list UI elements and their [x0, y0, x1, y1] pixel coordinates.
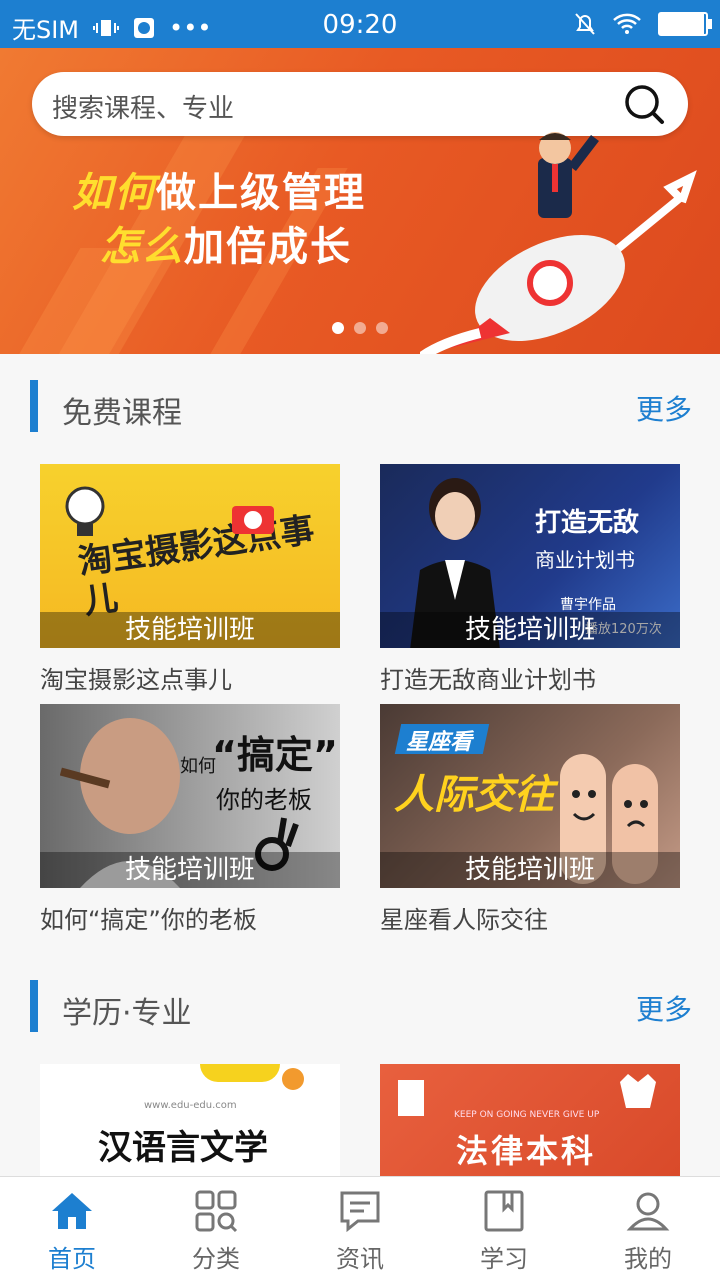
course-title[interactable]: 打造无敌商业计划书: [380, 660, 680, 695]
nav-news[interactable]: 资讯: [288, 1177, 432, 1281]
thumbnail-decor-document: [398, 1080, 424, 1116]
thumbnail-art-line-3: 曹宇作品: [560, 597, 616, 613]
thumbnail-art-text: 淘宝摄影这点事儿: [75, 509, 317, 623]
course-tag: 技能培训班: [380, 852, 680, 888]
course-thumbnail[interactable]: 打造无敌 商业计划书 曹宇作品 播放120万次 技能培训班: [380, 464, 680, 648]
section-accent-bar: [30, 980, 38, 1032]
thumbnail-art-line-1: 星座看: [406, 730, 473, 755]
thumbnail-art-small: KEEP ON GOING NEVER GIVE UP: [454, 1110, 600, 1120]
thumbnail-art-line-3: 你的老板: [216, 786, 312, 814]
course-title[interactable]: 淘宝摄影这点事儿: [40, 660, 340, 695]
course-thumbnail[interactable]: 星座看 人际交往 技能培训班: [380, 704, 680, 888]
mute-icon: [575, 13, 595, 35]
banner-pagination: [332, 322, 388, 334]
course-card[interactable]: 如何 “搞定” 你的老板 技能培训班 如何“搞定”你的老板: [40, 704, 340, 935]
course-tag: 技能培训班: [40, 612, 340, 648]
battery-icon: [658, 12, 712, 36]
thumbnail-art-text: 法律本科: [456, 1132, 597, 1170]
free-courses-header: 免费课程 更多: [0, 380, 720, 432]
lightbulb-icon: [65, 486, 105, 536]
status-bar: 无SIM ••• 09:20: [0, 0, 720, 48]
rocket-illustration: [420, 132, 697, 354]
degree-thumbnail[interactable]: KEEP ON GOING NEVER GIVE UP 法律本科: [380, 1064, 680, 1176]
course-card[interactable]: 星座看 人际交往 技能培训班 星座看人际交往: [380, 704, 680, 935]
degree-header: 学历·专业 更多: [0, 980, 720, 1032]
study-icon: [484, 1190, 524, 1232]
thumbnail-art-text: 汉语言文学: [98, 1128, 268, 1168]
course-thumbnail[interactable]: 淘宝摄影这点事儿 技能培训班: [40, 464, 340, 648]
nav-label: 首页: [48, 1245, 96, 1273]
nav-study[interactable]: 学习: [432, 1177, 576, 1281]
news-icon: [340, 1191, 380, 1233]
course-title[interactable]: 如何“搞定”你的老板: [40, 900, 340, 935]
thumbnail-art-line-2: “搞定”: [212, 733, 338, 777]
nav-category[interactable]: 分类: [144, 1177, 288, 1281]
degree-thumbnail[interactable]: www.edu-edu.com 汉语言文学: [40, 1064, 340, 1176]
pagination-dot[interactable]: [376, 322, 388, 334]
thumbnail-art-line-1: 打造无敌: [535, 508, 640, 538]
home-icon: [52, 1193, 92, 1229]
course-thumbnail[interactable]: 如何 “搞定” 你的老板 技能培训班: [40, 704, 340, 888]
profile-icon: [626, 1192, 670, 1231]
free-courses-more-link[interactable]: 更多: [636, 388, 692, 428]
degree-card[interactable]: www.edu-edu.com 汉语言文学: [40, 1064, 340, 1176]
banner-headline-2: 怎么加倍成长: [100, 224, 352, 270]
degree-card[interactable]: KEEP ON GOING NEVER GIVE UP 法律本科: [380, 1064, 680, 1176]
thumbnail-art-small: www.edu-edu.com: [144, 1100, 237, 1111]
suit-icon: [620, 1074, 656, 1108]
section-accent-bar: [30, 380, 38, 432]
nav-profile[interactable]: 我的: [576, 1177, 720, 1281]
wifi-icon: [613, 13, 641, 34]
camera-icon: [232, 506, 274, 534]
nav-label: 分类: [192, 1245, 240, 1273]
nav-home[interactable]: 首页: [0, 1177, 144, 1281]
pagination-dot[interactable]: [332, 322, 344, 334]
category-icon: [195, 1190, 238, 1233]
nav-label: 资讯: [336, 1245, 384, 1273]
bottom-navigation: 首页 分类 资讯 学习 我的: [0, 1176, 720, 1281]
banner-headline-1: 如何做上级管理: [72, 170, 366, 216]
course-card[interactable]: 淘宝摄影这点事儿 技能培训班 淘宝摄影这点事儿: [40, 464, 340, 695]
search-placeholder: 搜索课程、专业: [52, 94, 235, 124]
thumbnail-decor-bar: [200, 1064, 280, 1082]
course-tag: 技能培训班: [380, 612, 680, 648]
nav-label: 学习: [480, 1245, 528, 1273]
thumbnail-art-line-1: 如何: [180, 756, 216, 777]
thumbnail-art-line-2: 商业计划书: [535, 548, 635, 572]
thumbnail-decor-dot: [282, 1068, 304, 1090]
pagination-dot[interactable]: [354, 322, 366, 334]
course-card[interactable]: 打造无敌 商业计划书 曹宇作品 播放120万次 技能培训班 打造无敌商业计划书: [380, 464, 680, 695]
nav-label: 我的: [624, 1245, 672, 1273]
thumbnail-art-line-2: 人际交往: [394, 772, 554, 818]
degree-more-link[interactable]: 更多: [636, 988, 692, 1028]
hero-banner[interactable]: 搜索课程、专业 如何做上级管理 怎么加倍成长: [0, 48, 720, 354]
course-title[interactable]: 星座看人际交往: [380, 900, 680, 935]
section-title: 学历·专业: [62, 996, 192, 1031]
section-title: 免费课程: [62, 396, 182, 431]
course-tag: 技能培训班: [40, 852, 340, 888]
